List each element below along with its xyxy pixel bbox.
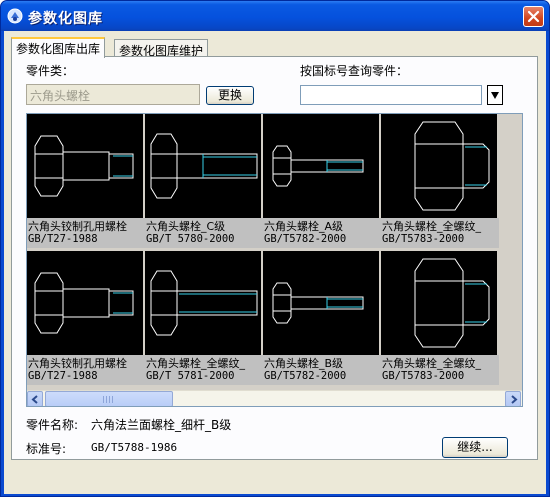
scroll-left-button[interactable] <box>27 391 43 406</box>
part-drawing <box>145 114 261 218</box>
part-name-value: 六角法兰面螺栓_细杆_B级 <box>91 418 232 432</box>
gallery-item-caption: 六角头铰制孔用螺栓 GB/T27-1988 <box>27 355 145 385</box>
gallery-item-code: GB/T27-1988 <box>28 233 98 245</box>
gallery-item-name: 六角头铰制孔用螺栓 <box>28 220 127 233</box>
gallery-item-caption: 六角头螺栓_全螺纹_ GB/T 5781-2000 <box>145 355 263 385</box>
bolt-drawing-icon <box>150 133 258 199</box>
gallery-item-code: GB/T 5780-2000 <box>146 233 235 245</box>
part-drawing <box>381 114 497 218</box>
search-dropdown-button[interactable] <box>487 85 503 105</box>
search-label: 按国标号查询零件： <box>300 64 409 78</box>
part-drawing <box>263 251 379 355</box>
close-button[interactable] <box>523 6 544 27</box>
gallery-item-code: GB/T 5781-2000 <box>146 370 235 382</box>
gallery-item[interactable]: 六角头螺栓_全螺纹_ GB/T5783-2000 <box>381 114 499 248</box>
window-title: 参数化图库 <box>28 11 103 27</box>
bolt-drawing-icon <box>272 145 364 187</box>
chevron-down-icon <box>491 92 499 99</box>
dialog-window: 参数化图库 参数化图库出库 参数化图库维护 零件类： 按国标号查询零件： 六角头… <box>0 0 550 497</box>
part-drawing <box>27 251 143 355</box>
gallery-item-caption: 六角头螺栓_C级 GB/T 5780-2000 <box>145 218 263 248</box>
gallery-item-name: 六角头铰制孔用螺栓 <box>28 357 127 370</box>
std-number-value: GB/T5788-1986 <box>91 441 178 454</box>
gallery-item-caption: 六角头螺栓_全螺纹_ GB/T5783-2000 <box>381 355 499 385</box>
part-class-label: 零件类： <box>26 64 75 78</box>
gallery-item[interactable]: 六角头铰制孔用螺栓 GB/T27-1988 <box>27 251 145 385</box>
gallery-item-name: 六角头螺栓_全螺纹_ <box>146 357 245 370</box>
part-gallery[interactable]: 六角头铰制孔用螺栓 GB/T27-1988 六角头螺栓_C级 GB/T 5780… <box>26 113 523 407</box>
dialog-body: 参数化图库出库 参数化图库维护 零件类： 按国标号查询零件： 六角头螺栓 更换 <box>4 31 546 494</box>
gallery-item-caption: 六角头螺栓_全螺纹_ GB/T5783-2000 <box>381 218 499 248</box>
std-number-label: 标准号: <box>26 442 67 456</box>
gallery-item-code: GB/T5783-2000 <box>382 370 465 382</box>
part-drawing <box>27 114 143 218</box>
bolt-drawing-icon <box>34 272 134 334</box>
arrow-right-icon <box>511 395 518 404</box>
gallery-item[interactable]: 六角头螺栓_C级 GB/T 5780-2000 <box>145 114 263 248</box>
tab-export[interactable]: 参数化图库出库 <box>11 37 106 58</box>
gallery-item-code: GB/T5782-2000 <box>264 370 347 382</box>
gallery-item-code: GB/T5782-2000 <box>264 233 347 245</box>
bolt-drawing-icon <box>414 121 490 211</box>
gallery-item-name: 六角头螺栓_C级 <box>146 220 226 233</box>
bolt-drawing-icon <box>150 270 258 336</box>
close-icon <box>527 10 540 23</box>
bolt-drawing-icon <box>414 258 490 348</box>
tab-maintain[interactable]: 参数化图库维护 <box>114 39 209 58</box>
app-icon <box>7 8 23 24</box>
bolt-drawing-icon <box>272 282 364 324</box>
tab-panel-export: 零件类： 按国标号查询零件： 六角头螺栓 更换 六角头铰制孔用螺栓 GB/T27… <box>11 56 538 460</box>
gallery-item[interactable]: 六角头螺栓_全螺纹_ GB/T5783-2000 <box>381 251 499 385</box>
gallery-item[interactable]: 六角头螺栓_A级 GB/T5782-2000 <box>263 114 381 248</box>
gallery-item-caption: 六角头螺栓_A级 GB/T5782-2000 <box>263 218 381 248</box>
scroll-thumb[interactable] <box>45 391 173 406</box>
part-name-label: 零件名称: <box>26 418 79 432</box>
gallery-item-code: GB/T5783-2000 <box>382 233 465 245</box>
gallery-item-name: 六角头螺栓_全螺纹_ <box>382 220 481 233</box>
gallery-item-code: GB/T27-1988 <box>28 370 98 382</box>
bolt-drawing-icon <box>34 135 134 197</box>
gallery-item-caption: 六角头铰制孔用螺栓 GB/T27-1988 <box>27 218 145 248</box>
gallery-item[interactable]: 六角头铰制孔用螺栓 GB/T27-1988 <box>27 114 145 248</box>
horizontal-scrollbar[interactable] <box>27 390 522 406</box>
gallery-item[interactable]: 六角头螺栓_B级 GB/T5782-2000 <box>263 251 381 385</box>
gallery-item-name: 六角头螺栓_A级 <box>264 220 344 233</box>
std-number-search-input[interactable] <box>300 85 482 105</box>
gallery-item-caption: 六角头螺栓_B级 GB/T5782-2000 <box>263 355 381 385</box>
scroll-right-button[interactable] <box>505 391 521 406</box>
gallery-item-name: 六角头螺栓_全螺纹_ <box>382 357 481 370</box>
part-class-field: 六角头螺栓 <box>26 84 200 105</box>
gallery-item[interactable]: 六角头螺栓_全螺纹_ GB/T 5781-2000 <box>145 251 263 385</box>
change-button[interactable]: 更换 <box>206 86 254 105</box>
tab-export-label: 参数化图库出库 <box>16 42 101 56</box>
part-drawing <box>145 251 261 355</box>
arrow-left-icon <box>31 395 38 404</box>
part-drawing <box>381 251 497 355</box>
part-drawing <box>263 114 379 218</box>
title-bar[interactable]: 参数化图库 <box>1 1 549 31</box>
gallery-item-name: 六角头螺栓_B级 <box>264 357 344 370</box>
continue-button[interactable]: 继续... <box>442 437 508 458</box>
